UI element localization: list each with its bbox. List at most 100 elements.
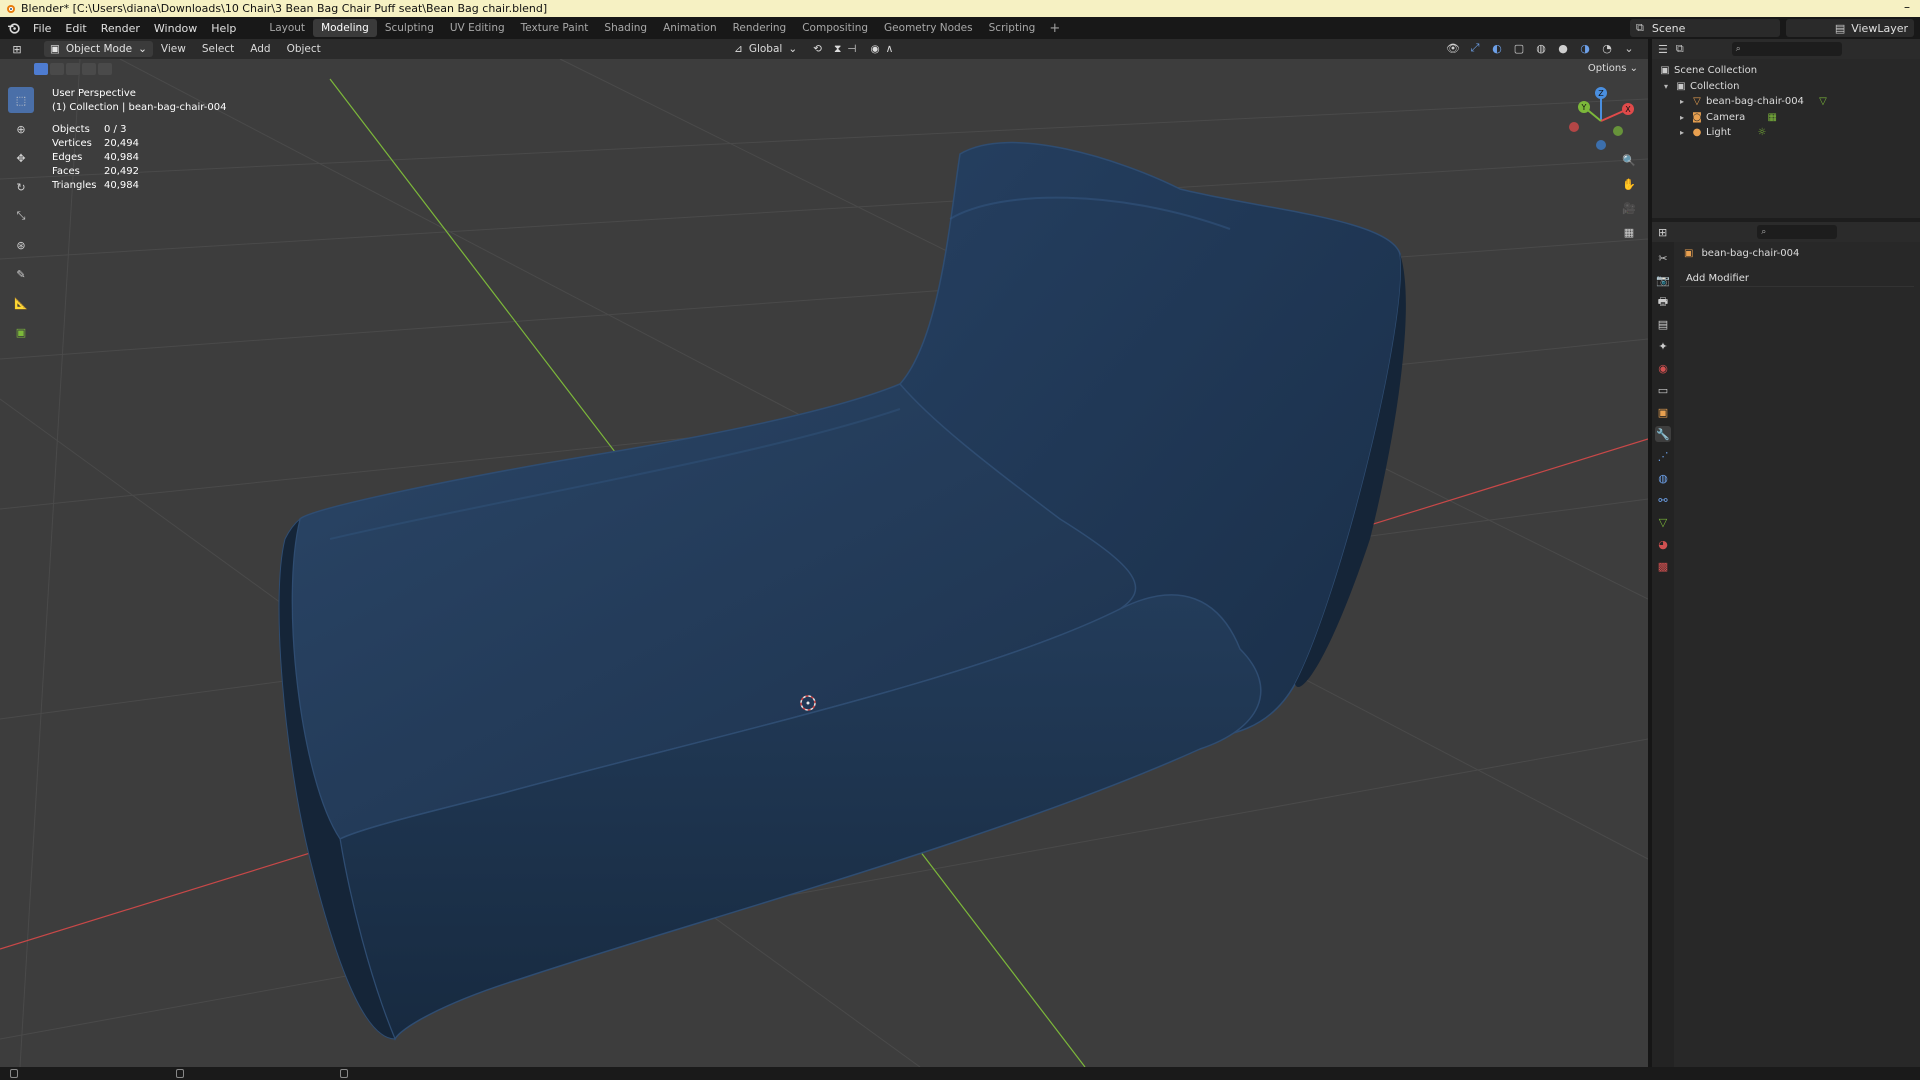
minimize-button[interactable]: – [1904, 0, 1910, 14]
pivot-icon[interactable]: ⟲ [813, 43, 822, 55]
menu-help[interactable]: Help [204, 22, 243, 35]
menu-edit[interactable]: Edit [58, 22, 93, 35]
menu-render[interactable]: Render [94, 22, 147, 35]
select-box-tool-icon[interactable]: ⬚ [8, 87, 34, 113]
select-invert-button[interactable] [82, 63, 96, 75]
blender-menu-icon[interactable] [0, 22, 26, 35]
editor-type-icon[interactable]: ⊞ [10, 42, 24, 56]
mesh-data-icon[interactable]: ▽ [1818, 96, 1828, 107]
scene-tab-icon[interactable]: ✦ [1655, 338, 1671, 354]
select-subtract-button[interactable] [66, 63, 80, 75]
tab-animation[interactable]: Animation [655, 19, 725, 37]
view-layer-selector[interactable]: ▤ ViewLayer [1786, 19, 1914, 37]
rotate-tool-icon[interactable]: ↻ [8, 174, 34, 200]
scale-tool-icon[interactable]: ⤡ [8, 203, 34, 229]
menu-add[interactable]: Add [242, 43, 278, 55]
editor-type-icon[interactable]: ☰ [1658, 43, 1668, 56]
data-tab-icon[interactable]: ▽ [1655, 514, 1671, 530]
shading-rendered-icon[interactable]: ◔ [1600, 41, 1614, 55]
tab-scripting[interactable]: Scripting [981, 19, 1044, 37]
cursor-tool-icon[interactable]: ⊕ [8, 116, 34, 142]
shading-wireframe-icon[interactable]: ◍ [1534, 41, 1548, 55]
orientation-icon: ⊿ [734, 43, 743, 55]
add-workspace-button[interactable]: + [1043, 21, 1066, 36]
tree-item-scene-collection[interactable]: ▣ Scene Collection [1652, 63, 1920, 79]
scene-selector[interactable]: ⧉ Scene [1630, 19, 1780, 37]
light-data-icon[interactable]: ☼ [1757, 127, 1767, 138]
tab-sculpting[interactable]: Sculpting [377, 19, 442, 37]
object-mode-dropdown[interactable]: ▣ Object Mode ⌄ [44, 41, 153, 57]
tool-tab-icon[interactable]: ✂ [1655, 250, 1671, 266]
select-intersect-button[interactable] [98, 63, 112, 75]
options-dropdown[interactable]: Options ⌄ [1588, 63, 1638, 74]
zoom-icon[interactable]: 🔍 [1620, 151, 1638, 169]
modifier-tab-icon[interactable]: 🔧 [1655, 426, 1671, 442]
add-modifier-button[interactable]: Add Modifier [1680, 271, 1914, 287]
shading-material-icon[interactable]: ◑ [1578, 41, 1592, 55]
particles-tab-icon[interactable]: ⋰ [1655, 448, 1671, 464]
physics-tab-icon[interactable]: ◍ [1655, 470, 1671, 486]
tree-item-camera[interactable]: ▸ ◙ Camera ▦ [1652, 110, 1920, 126]
proportional-edit-icon[interactable]: ◉ [870, 43, 879, 55]
shading-solid-icon[interactable]: ● [1556, 41, 1570, 55]
select-extend-button[interactable] [50, 63, 64, 75]
grid-view-icon[interactable]: ▦ [1620, 223, 1638, 241]
camera-view-icon[interactable]: 🎥 [1620, 199, 1638, 217]
transform-orientation-dropdown[interactable]: ⊿ Global ⌄ ⟲ ⧗ ⊣ ◉ ∧ [728, 41, 899, 57]
menu-view[interactable]: View [153, 43, 194, 55]
xray-toggle-icon[interactable]: ▢ [1512, 41, 1526, 55]
tab-modeling[interactable]: Modeling [313, 19, 377, 37]
snap-target-icon[interactable]: ⊣ [847, 43, 856, 55]
chevron-down-icon[interactable]: ▾ [1664, 82, 1672, 91]
view-layer-tab-icon[interactable]: ▤ [1655, 316, 1671, 332]
move-tool-icon[interactable]: ✥ [8, 145, 34, 171]
tree-item-collection[interactable]: ▾ ▣ Collection [1652, 79, 1920, 95]
outliner-search-input[interactable]: ⌕ [1731, 42, 1842, 56]
view-perspective-text: User Perspective [52, 88, 136, 99]
menu-object[interactable]: Object [279, 43, 329, 55]
gizmo-toggle-icon[interactable]: ⤢ [1468, 41, 1482, 55]
tab-shading[interactable]: Shading [596, 19, 655, 37]
chevron-right-icon[interactable]: ▸ [1680, 113, 1688, 122]
snap-icon[interactable]: ⧗ [834, 43, 841, 56]
output-tab-icon[interactable]: 🖶 [1655, 294, 1671, 310]
world-tab-icon[interactable]: ◉ [1655, 360, 1671, 376]
material-tab-icon[interactable]: ◕ [1655, 536, 1671, 552]
camera-data-icon[interactable]: ▦ [1767, 112, 1777, 123]
annotate-tool-icon[interactable]: ✎ [8, 261, 34, 287]
menu-file[interactable]: File [26, 22, 58, 35]
render-tab-icon[interactable]: 📷 [1655, 272, 1671, 288]
overlay-toggle-icon[interactable]: ◐ [1490, 41, 1504, 55]
constraints-tab-icon[interactable]: ⚯ [1655, 492, 1671, 508]
properties-search-input[interactable]: ⌕ [1757, 225, 1838, 239]
tab-geometry-nodes[interactable]: Geometry Nodes [876, 19, 981, 37]
measure-tool-icon[interactable]: 📐 [8, 290, 34, 316]
chevron-right-icon[interactable]: ▸ [1680, 97, 1688, 106]
tree-item-light[interactable]: ▸ ● Light ☼ [1652, 125, 1920, 141]
falloff-icon[interactable]: ∧ [886, 43, 894, 55]
tab-rendering[interactable]: Rendering [725, 19, 795, 37]
menu-select[interactable]: Select [194, 43, 242, 55]
select-new-button[interactable] [34, 63, 48, 75]
collection-tab-icon[interactable]: ▭ [1655, 382, 1671, 398]
transform-tool-icon[interactable]: ⊛ [8, 232, 34, 258]
stat-value: 0 / 3 [104, 124, 127, 135]
navigation-gizmo[interactable]: Z X Y [1566, 83, 1636, 153]
tab-uv-editing[interactable]: UV Editing [442, 19, 513, 37]
object-tab-icon[interactable]: ▣ [1655, 404, 1671, 420]
menu-window[interactable]: Window [147, 22, 204, 35]
tab-layout[interactable]: Layout [261, 19, 313, 37]
filter-icon[interactable]: ⧉ [1676, 42, 1684, 56]
3d-viewport[interactable]: ⊞ ▣ Object Mode ⌄ View Select Add Object… [0, 39, 1648, 1067]
tree-item-bean-bag-chair[interactable]: ▸ ▽ bean-bag-chair-004 ▽ [1652, 94, 1920, 110]
add-cube-tool-icon[interactable]: ▣ [8, 319, 34, 345]
pan-hand-icon[interactable]: ✋ [1620, 175, 1638, 193]
chevron-down-icon[interactable]: ⌄ [1622, 41, 1636, 55]
texture-tab-icon[interactable]: ▩ [1655, 558, 1671, 574]
chevron-right-icon[interactable]: ▸ [1680, 128, 1688, 137]
editor-type-icon[interactable]: ⊞ [1658, 226, 1667, 239]
visibility-icon[interactable]: 👁 [1446, 41, 1460, 55]
tab-compositing[interactable]: Compositing [794, 19, 876, 37]
bean-bag-chair-mesh[interactable] [278, 141, 1406, 1041]
tab-texture-paint[interactable]: Texture Paint [513, 19, 597, 37]
